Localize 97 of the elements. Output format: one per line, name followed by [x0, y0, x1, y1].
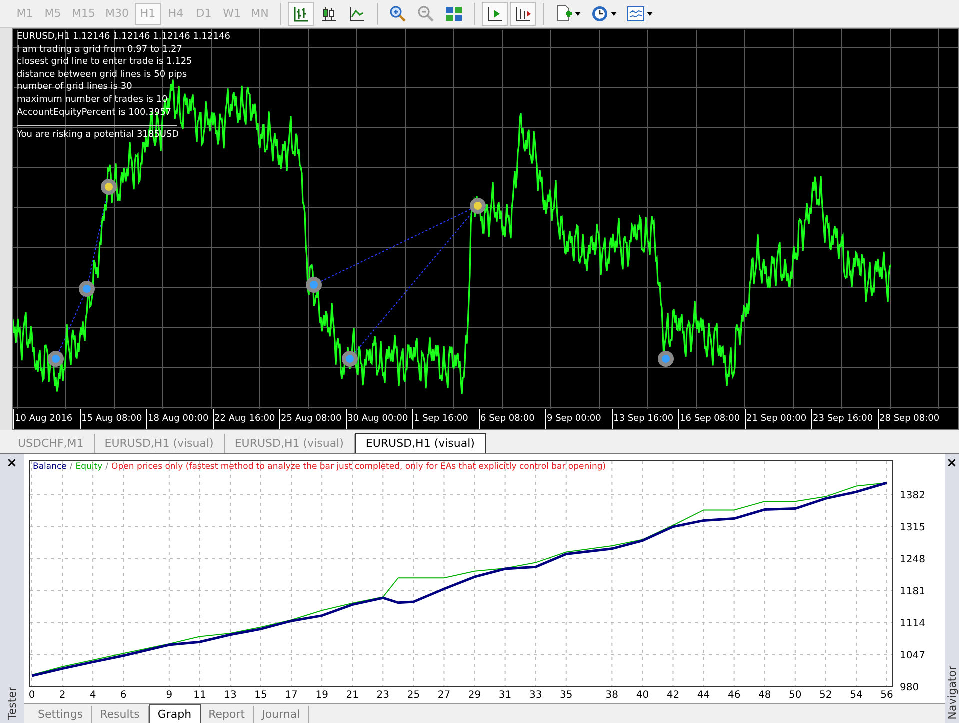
x-axis-label: 44	[697, 690, 710, 701]
y-axis-label: 1181	[900, 586, 926, 598]
zoom-in-icon	[389, 4, 407, 22]
time-axis-label: 18 Aug 00:00	[146, 409, 212, 429]
x-axis-label: 48	[758, 690, 772, 701]
bar-chart-button[interactable]	[288, 2, 314, 26]
x-axis-label: 54	[850, 690, 863, 701]
auto-scroll-icon	[486, 4, 504, 22]
x-axis-label: 23	[376, 690, 390, 701]
chart-tab[interactable]: EURUSD,H1 (visual)	[94, 434, 225, 453]
x-axis-label: 11	[194, 690, 206, 701]
legend-text: Equity	[76, 462, 103, 472]
close-button[interactable]: ×	[6, 457, 18, 471]
chart-comment: closest grid line to enter trade is 1.125	[17, 56, 194, 69]
x-axis-label: 25	[407, 690, 420, 701]
chart-comment: maximum number of trades is 10	[17, 94, 169, 107]
tester-tab[interactable]: Journal	[254, 706, 310, 723]
timeframe-button[interactable]: M15	[68, 2, 100, 24]
time-axis-label: 13 Sep 16:00	[612, 409, 678, 429]
timeframe-button[interactable]: H4	[163, 2, 189, 24]
x-axis-label: 42	[666, 690, 680, 701]
auto-scroll-button[interactable]	[482, 2, 508, 26]
legend-separator: /	[70, 462, 73, 472]
x-axis-label: 9	[166, 690, 173, 701]
x-axis-label: 15	[254, 690, 268, 701]
timeframe-button[interactable]: H1	[135, 2, 161, 24]
timeframe-button[interactable]: D1	[191, 2, 217, 24]
chart-tab[interactable]: USDCHF,M1	[8, 434, 95, 453]
time-axis-label: 6 Sep 08:00	[478, 409, 545, 429]
timeframe-button[interactable]: M30	[102, 2, 133, 24]
x-axis-label: 46	[728, 690, 741, 701]
x-axis-label: 29	[468, 690, 482, 701]
chart-window-icon	[627, 4, 645, 22]
x-axis-label: 27	[438, 690, 451, 701]
time-axis-label: 1 Sep 16:00	[412, 409, 478, 429]
panel-title: Tester	[6, 687, 18, 720]
x-axis-label: 35	[560, 690, 573, 701]
add-document-icon	[555, 4, 573, 22]
tile-windows-icon	[445, 4, 463, 22]
x-axis-label: 38	[606, 690, 619, 701]
timeframe-button[interactable]: MN	[247, 2, 273, 24]
x-axis-label: 40	[636, 690, 650, 701]
bar-chart-icon	[292, 4, 310, 22]
x-axis-label: 2	[59, 690, 66, 701]
x-axis-label: 19	[316, 690, 328, 701]
y-axis-label: 1248	[900, 554, 926, 566]
x-axis-label: 0	[28, 690, 36, 701]
time-axis-label: 21 Sep 00:00	[744, 409, 811, 429]
legend-text: Balance	[33, 462, 67, 472]
y-axis-label: 1114	[900, 618, 926, 630]
tester-tab[interactable]: Settings	[30, 706, 92, 723]
caret-icon	[647, 12, 653, 16]
clock-icon	[591, 4, 609, 22]
timeframe-button[interactable]: W1	[219, 2, 245, 24]
time-axis-label: 15 Aug 08:00	[80, 409, 146, 429]
chart-comment: number of grid lines is 30	[17, 81, 134, 94]
x-axis-label: 31	[498, 690, 512, 701]
candlestick-icon	[320, 4, 338, 22]
close-button[interactable]: ×	[946, 457, 958, 471]
chart-comment: I am trading a grid from 0.97 to 1.27	[17, 44, 184, 56]
y-axis-label: 1382	[900, 490, 926, 502]
time-axis-label: 10 Aug 2016	[13, 409, 80, 429]
time-axis-label: 25 Aug 08:00	[279, 409, 346, 429]
x-axis-label: 50	[789, 690, 802, 701]
x-axis-label: 13	[224, 690, 237, 701]
line-chart-icon	[348, 4, 366, 22]
x-axis-label: 6	[120, 690, 127, 701]
chart-shift-icon	[514, 4, 532, 22]
tester-tab[interactable]: Graph	[148, 704, 201, 723]
time-axis-label: 30 Aug 00:00	[346, 409, 412, 429]
x-axis-label: 56	[880, 690, 894, 701]
x-axis-label: 21	[346, 690, 359, 701]
chart-tab[interactable]: EURUSD,H1 (visual)	[354, 433, 486, 453]
x-axis-label: 33	[529, 690, 542, 701]
time-axis-label: 28 Sep 08:00	[878, 409, 944, 429]
x-axis-label: 52	[820, 690, 832, 701]
x-axis-label: 4	[90, 690, 96, 701]
y-axis-label: 980	[900, 682, 920, 694]
y-axis-label: 1315	[900, 522, 926, 534]
timeframe-button[interactable]: M5	[40, 2, 66, 24]
legend-separator: /	[106, 462, 109, 472]
time-axis-label: 16 Sep 08:00	[678, 409, 744, 429]
chart-shift-button[interactable]	[510, 2, 536, 26]
zoom-out-icon	[417, 4, 435, 22]
x-axis-label: 17	[285, 690, 298, 701]
chart-header: EURUSD,H1 1.12146 1.12146 1.12146 1.12146	[17, 31, 230, 44]
time-axis-label: 23 Sep 16:00	[811, 409, 878, 429]
time-axis-label: 9 Sep 00:00	[545, 409, 612, 429]
testing-mode-text: Open prices only (fastest method to analyze the bar just completed, only for EAs that explicitly control bar opening)	[112, 462, 606, 472]
caret-icon	[575, 12, 581, 16]
caret-icon	[611, 12, 617, 16]
tester-tab[interactable]: Report	[200, 706, 254, 723]
time-axis-label: 22 Aug 16:00	[212, 409, 279, 429]
panel-title: Navigator	[946, 666, 958, 720]
y-axis-label: 1047	[900, 650, 926, 662]
timeframe-button[interactable]: M1	[12, 2, 38, 24]
chart-comment: distance between grid lines is 50 pips	[17, 68, 188, 82]
